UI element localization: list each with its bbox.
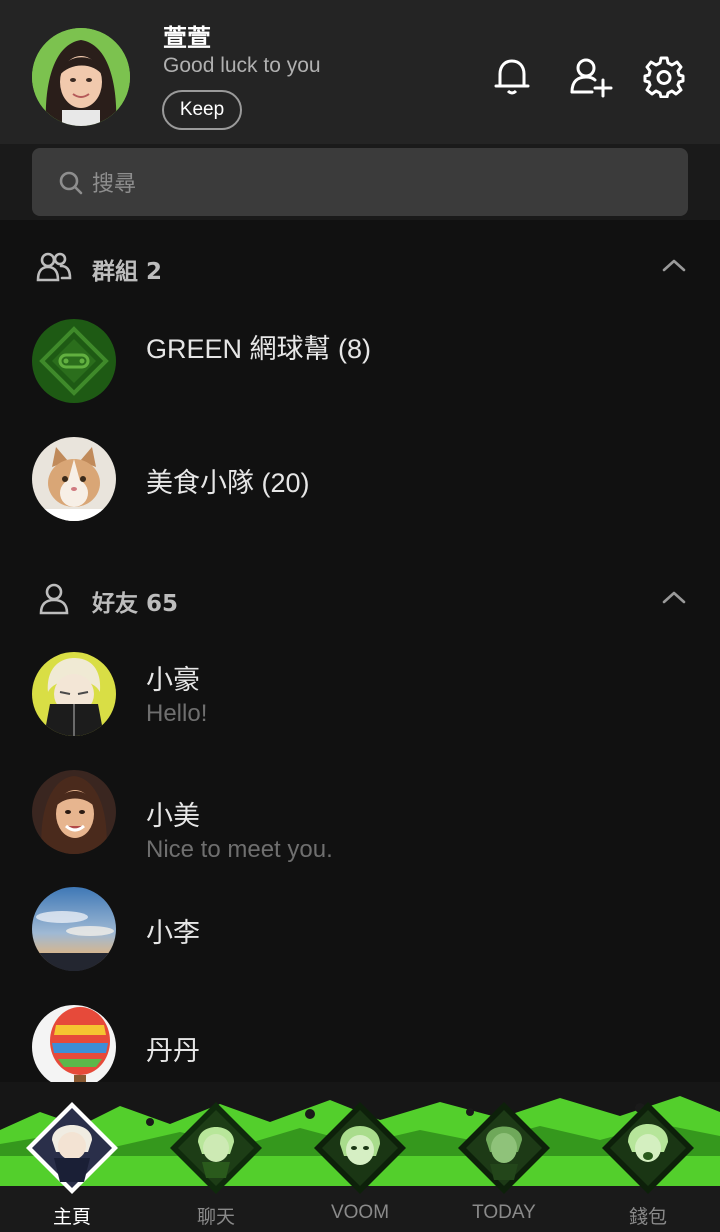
profile-header: 萱萱 Good luck to you Keep — [0, 0, 720, 144]
friend-avatar — [32, 887, 116, 971]
friends-section-header[interactable]: 好友 65 — [0, 568, 720, 628]
profile-status-message[interactable]: Good luck to you — [163, 54, 321, 78]
home-tab-icon — [26, 1102, 118, 1194]
today-tab-icon — [458, 1102, 550, 1194]
tab-home[interactable]: 主頁 — [0, 1082, 144, 1232]
friend-avatar — [32, 652, 116, 736]
add-friend-icon[interactable] — [568, 54, 613, 98]
profile-name: 萱萱 — [163, 24, 211, 52]
chevron-up-icon[interactable] — [660, 256, 688, 274]
tab-today[interactable]: TODAY — [432, 1082, 576, 1232]
search-bar: 搜尋 — [0, 144, 720, 220]
friends-section-title: 好友 65 — [92, 591, 179, 617]
group-name: 美食小隊 (20) — [146, 468, 310, 498]
group-name: GREEN 網球幫 (8) — [146, 334, 372, 364]
search-icon — [58, 170, 84, 196]
tab-today-label: TODAY — [472, 1202, 536, 1223]
friend-avatar — [32, 770, 116, 854]
tab-wallet[interactable]: 錢包 — [576, 1082, 720, 1232]
group-avatar — [32, 319, 116, 403]
voom-tab-icon — [314, 1102, 406, 1194]
friend-name: 小豪 — [146, 665, 200, 695]
friend-icon — [36, 582, 72, 616]
list-item[interactable]: GREEN 網球幫 (8) — [0, 319, 720, 419]
tab-voom-label: VOOM — [330, 1202, 390, 1223]
group-icon — [36, 250, 72, 284]
list-item[interactable]: 小李 — [0, 887, 720, 987]
chevron-up-icon[interactable] — [660, 588, 688, 606]
bell-icon[interactable] — [490, 54, 534, 98]
tab-home-label: 主頁 — [52, 1207, 91, 1228]
friend-name: 小李 — [146, 918, 200, 948]
profile-avatar[interactable] — [32, 28, 130, 126]
friend-status-message: Hello! — [146, 700, 208, 727]
gear-icon[interactable] — [642, 54, 686, 99]
wallet-tab-icon — [602, 1102, 694, 1194]
tab-chat-label: 聊天 — [196, 1207, 235, 1228]
chat-tab-icon — [170, 1102, 262, 1194]
list-item[interactable]: 小美 Nice to meet you. — [0, 770, 720, 870]
groups-section-title: 群組 2 — [92, 259, 163, 285]
tab-voom[interactable]: VOOM — [288, 1082, 432, 1232]
list-item[interactable]: 美食小隊 (20) — [0, 437, 720, 537]
keep-button[interactable]: Keep — [162, 90, 242, 130]
friend-avatar — [32, 1005, 116, 1089]
tab-wallet-label: 錢包 — [628, 1207, 667, 1228]
bottom-tab-bar: 主頁 聊天 VOOM TODAY 錢包 — [0, 1082, 720, 1232]
tab-chat[interactable]: 聊天 — [144, 1082, 288, 1232]
friend-name: 小美 — [146, 801, 200, 831]
friend-name: 丹丹 — [146, 1036, 200, 1066]
groups-section-header[interactable]: 群組 2 — [0, 236, 720, 296]
search-input[interactable]: 搜尋 — [32, 148, 688, 216]
search-placeholder: 搜尋 — [92, 172, 137, 197]
list-item[interactable]: 小豪 Hello! — [0, 652, 720, 752]
friend-status-message: Nice to meet you. — [146, 836, 333, 863]
group-avatar — [32, 437, 116, 521]
